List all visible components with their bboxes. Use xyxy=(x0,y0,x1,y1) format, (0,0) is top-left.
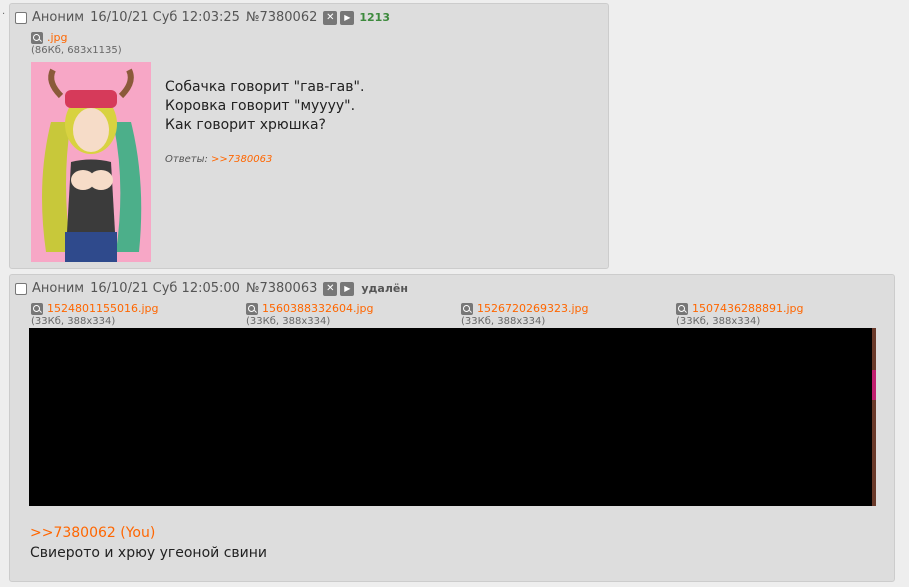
file-name-link[interactable]: 1507436288891.jpg xyxy=(692,302,804,315)
post-select-checkbox[interactable] xyxy=(15,11,27,24)
hidden-images-block[interactable] xyxy=(29,328,872,506)
image-edge-strip xyxy=(872,328,876,506)
post-select-checkbox[interactable] xyxy=(15,282,27,295)
reply-link[interactable]: >>7380063 xyxy=(211,154,272,165)
file-meta: (86Кб, 683x1135) xyxy=(31,45,122,56)
close-icon[interactable]: ✕ xyxy=(323,10,338,25)
file-info: 1524801155016.jpg (33Кб, 388x334) xyxy=(31,302,159,328)
post-image-thumbnail[interactable] xyxy=(31,62,151,262)
replies-label: Ответы: xyxy=(165,154,208,165)
poster-name: Аноним xyxy=(32,281,85,296)
message-line: Коровка говорит "муууу". xyxy=(165,98,356,114)
thread-marker: · xyxy=(2,9,6,20)
file-info: 1560388332604.jpg (33Кб, 388x334) xyxy=(246,302,374,328)
file-meta: (33Кб, 388x334) xyxy=(246,316,331,327)
file-name-link[interactable]: .jpg xyxy=(47,31,68,44)
file-name-link[interactable]: 1524801155016.jpg xyxy=(47,302,159,315)
file-meta: (33Кб, 388x334) xyxy=(31,316,116,327)
file-info: 1526720269323.jpg (33Кб, 388x334) xyxy=(461,302,589,328)
file-meta: (33Кб, 388x334) xyxy=(461,316,546,327)
magnifier-icon[interactable] xyxy=(461,302,473,315)
magnifier-icon[interactable] xyxy=(31,31,43,44)
post-7380063: Аноним 16/10/21 Суб 12:05:00 №7380063 ✕ … xyxy=(9,274,895,582)
post-date: 16/10/21 Суб 12:05:00 xyxy=(90,281,240,296)
post-7380062: Аноним 16/10/21 Суб 12:03:25 №7380062 ✕ … xyxy=(9,3,609,269)
file-info: 1507436288891.jpg (33Кб, 388x334) xyxy=(676,302,804,328)
post-number[interactable]: №7380063 xyxy=(246,281,317,296)
file-name-link[interactable]: 1560388332604.jpg xyxy=(262,302,374,315)
quote-link[interactable]: >>7380062 (You) xyxy=(30,525,155,541)
post-details: Аноним 16/10/21 Суб 12:05:00 №7380063 ✕ … xyxy=(15,281,408,296)
poster-name: Аноним xyxy=(32,10,85,25)
magnifier-icon[interactable] xyxy=(31,302,43,315)
message-line: Собачка говорит "гав-гав". xyxy=(165,79,365,95)
post-replies: Ответы: >>7380063 xyxy=(165,154,272,165)
file-info: .jpg (86Кб, 683x1135) xyxy=(31,31,122,57)
play-icon[interactable]: ▶ xyxy=(340,281,355,296)
post-message: Собачка говорит "гав-гав". Коровка говор… xyxy=(165,78,364,135)
post-number[interactable]: №7380062 xyxy=(246,10,317,25)
message-line: Как говорит хрюшка? xyxy=(165,117,326,133)
magnifier-icon[interactable] xyxy=(676,302,688,315)
post-details: Аноним 16/10/21 Суб 12:03:25 №7380062 ✕ … xyxy=(15,10,390,25)
image-edge-accent xyxy=(872,370,876,400)
magnifier-icon[interactable] xyxy=(246,302,258,315)
play-icon[interactable]: ▶ xyxy=(340,10,355,25)
post-count: 1213 xyxy=(359,11,390,24)
post-date: 16/10/21 Суб 12:03:25 xyxy=(90,10,240,25)
post-message: Свиерото и хрюу угеоной свини xyxy=(30,545,267,561)
deleted-status: удалён xyxy=(361,282,408,295)
close-icon[interactable]: ✕ xyxy=(323,281,338,296)
file-name-link[interactable]: 1526720269323.jpg xyxy=(477,302,589,315)
file-meta: (33Кб, 388x334) xyxy=(676,316,761,327)
